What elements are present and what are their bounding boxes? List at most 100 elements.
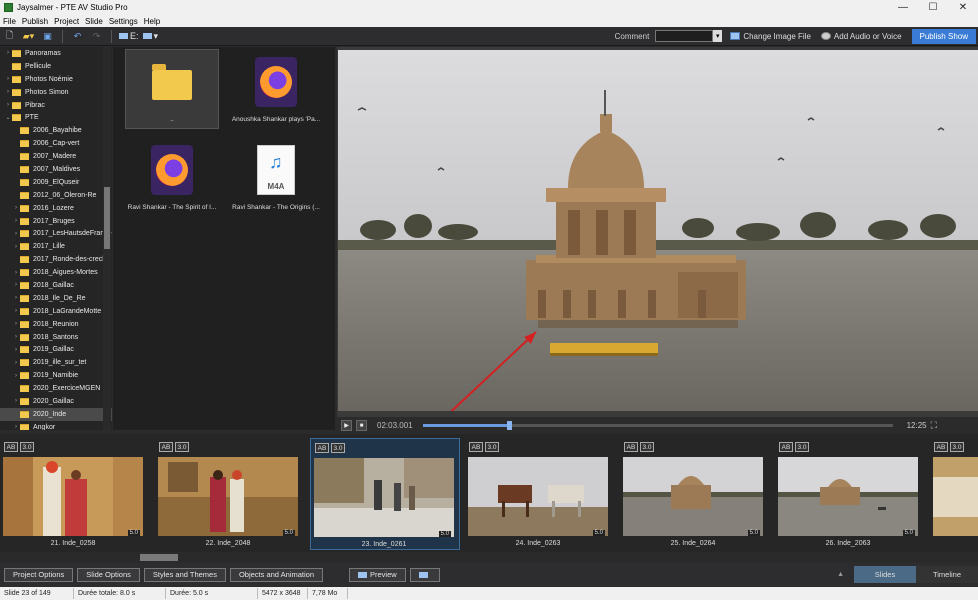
playback-slider[interactable] — [422, 421, 893, 430]
add-audio-button[interactable]: Add Audio or Voice — [820, 32, 902, 41]
tree-item[interactable]: 2020_Inde — [0, 407, 112, 421]
tree-item[interactable]: › 2018_Gaillac — [0, 279, 112, 292]
slide-image[interactable]: 5.0 — [778, 457, 918, 536]
preview-button[interactable]: Preview — [349, 567, 406, 582]
expand-arrow-icon[interactable]: › — [12, 347, 20, 353]
folder-tree-scrollbar[interactable] — [103, 47, 111, 430]
slide-image[interactable] — [933, 457, 978, 536]
tree-item[interactable]: 2007_Maldives — [0, 163, 112, 176]
change-image-button[interactable]: Change Image File — [730, 32, 811, 41]
tab-timeline[interactable]: Timeline — [916, 566, 978, 583]
tree-item[interactable]: › 2019_Namibie — [0, 369, 112, 382]
scroll-thumb[interactable] — [104, 187, 110, 249]
expand-arrow-icon[interactable]: › — [12, 244, 20, 250]
tree-item[interactable]: › Panoramas — [0, 47, 112, 60]
comment-dropdown-icon[interactable]: ▾ — [713, 30, 723, 42]
expand-arrow-icon[interactable]: › — [12, 295, 20, 301]
tree-item[interactable]: › 2018_LaGrandeMotte — [0, 305, 112, 318]
tree-item[interactable]: › Photos Simon — [0, 86, 112, 99]
file-tile-m4a[interactable]: ♫ M4A Ravi Shankar - The Origins (... — [229, 137, 323, 217]
tree-item[interactable]: › 2017_LesHautsdeFrance — [0, 227, 112, 240]
expand-arrow-icon[interactable]: › — [12, 270, 20, 276]
open-folder-icon[interactable]: ▰▾ — [21, 29, 36, 44]
collapse-caret-icon[interactable]: ▲ — [837, 566, 844, 583]
expand-arrow-icon[interactable]: › — [4, 76, 12, 82]
redo-icon[interactable]: ↷ — [89, 29, 104, 44]
styles-themes-button[interactable]: Styles and Themes — [143, 567, 226, 582]
publish-show-button[interactable]: Publish Show — [911, 28, 976, 44]
tab-slides[interactable]: Slides — [854, 566, 916, 583]
expand-arrow-icon[interactable]: › — [4, 89, 12, 95]
full-preview-button[interactable] — [409, 567, 440, 582]
expand-arrow-icon[interactable]: › — [12, 282, 20, 288]
tree-item[interactable]: › 2017_Bruges — [0, 215, 112, 228]
expand-arrow-icon[interactable]: › — [12, 308, 20, 314]
slide-image[interactable]: 5.0 — [623, 457, 763, 536]
ab-badge[interactable]: AB — [315, 443, 329, 453]
minimize-icon[interactable]: — — [888, 0, 918, 15]
tree-item[interactable]: 2006_Bayahibe — [0, 124, 112, 137]
slide-image[interactable]: 5.0 — [3, 457, 143, 536]
maximize-icon[interactable]: ☐ — [918, 0, 948, 15]
tree-item[interactable]: › 2019_Gaillac — [0, 343, 112, 356]
ab-badge[interactable]: AB — [779, 442, 793, 452]
tree-item[interactable]: 2017_Ronde-des-creche — [0, 253, 112, 266]
ab-badge[interactable]: AB — [4, 442, 18, 452]
objects-animation-button[interactable]: Objects and Animation — [229, 567, 323, 582]
tree-item[interactable]: › 2018_Aigues-Mortes — [0, 266, 112, 279]
slide-thumbnail[interactable]: AB 3.0 5.0 24. Inde_0263 — [465, 438, 615, 550]
tree-item[interactable]: › Photos Noémie — [0, 73, 112, 86]
comment-input[interactable] — [655, 30, 714, 42]
drive-button[interactable]: E: — [119, 29, 139, 44]
slide-thumbnail[interactable]: AB 3.0 5.0 22. Inde_2048 — [155, 438, 305, 550]
menu-publish[interactable]: Publish — [19, 17, 51, 26]
tree-item[interactable]: › 2019_ille_sur_tet — [0, 356, 112, 369]
expand-arrow-icon[interactable]: › — [12, 360, 20, 366]
new-file-icon[interactable]: 🗋 — [2, 29, 17, 44]
undo-icon[interactable]: ↶ — [70, 29, 85, 44]
preview-image[interactable] — [338, 50, 978, 411]
slide-thumbnail[interactable]: AB 3.0 5.0 26. Inde_2063 — [775, 438, 925, 550]
tree-item[interactable]: › Pibrac — [0, 99, 112, 112]
expand-arrow-icon[interactable]: ⌄ — [4, 114, 12, 121]
project-options-button[interactable]: Project Options — [4, 567, 74, 582]
slide-options-button[interactable]: Slide Options — [77, 567, 140, 582]
play-icon[interactable]: ▶ — [341, 420, 352, 431]
playback-knob[interactable] — [506, 421, 512, 430]
expand-arrow-icon[interactable]: › — [12, 231, 20, 237]
tree-item[interactable]: Pellicule — [0, 60, 112, 73]
tree-item[interactable]: › 2018_Reunion — [0, 318, 112, 331]
file-tile-audio[interactable]: Anoushka Shankar plays 'Pa... — [229, 49, 323, 129]
slide-strip-scrollbar[interactable] — [0, 553, 978, 562]
tree-item[interactable]: 2007_Madere — [0, 150, 112, 163]
menu-help[interactable]: Help — [141, 17, 163, 26]
ab-badge[interactable]: AB — [624, 442, 638, 452]
tree-item[interactable]: 2006_Cap-vert — [0, 137, 112, 150]
tree-item[interactable]: ⌄ PTE — [0, 111, 112, 124]
tree-item[interactable]: 2009_ElQuseir — [0, 176, 112, 189]
ab-badge[interactable]: AB — [159, 442, 173, 452]
expand-arrow-icon[interactable]: › — [12, 373, 20, 379]
tree-item[interactable]: 2012_06_Oleron-Re — [0, 189, 112, 202]
stop-icon[interactable]: ■ — [356, 420, 367, 431]
tree-item[interactable]: › Angkor — [0, 421, 112, 430]
tree-item[interactable]: › 2016_Lozere — [0, 202, 112, 215]
tree-item[interactable]: › 2020_Gaillac — [0, 395, 112, 408]
expand-arrow-icon[interactable]: › — [12, 398, 20, 404]
menu-settings[interactable]: Settings — [106, 17, 141, 26]
expand-arrow-icon[interactable]: › — [12, 218, 20, 224]
fullscreen-icon[interactable]: ⛶ — [931, 420, 937, 431]
file-tile-parent[interactable]: .. — [125, 49, 219, 129]
slide-image[interactable]: 5.0 — [468, 457, 608, 536]
save-icon[interactable]: ▣ — [40, 29, 55, 44]
tree-item[interactable]: › 2018_Santons — [0, 331, 112, 344]
expand-arrow-icon[interactable]: › — [12, 205, 20, 211]
slide-thumbnail[interactable]: AB 3.0 — [930, 438, 978, 550]
menu-file[interactable]: File — [0, 17, 19, 26]
file-tile-audio[interactable]: Ravi Shankar - The Spirit of I... — [125, 137, 219, 217]
tree-item[interactable]: › 2017_Lille — [0, 240, 112, 253]
slide-thumbnail[interactable]: AB 3.0 5.0 21. Inde_0258 — [0, 438, 150, 550]
slide-image[interactable]: 5.0 — [314, 458, 454, 537]
expand-arrow-icon[interactable]: › — [4, 50, 12, 56]
expand-arrow-icon[interactable]: › — [12, 334, 20, 340]
